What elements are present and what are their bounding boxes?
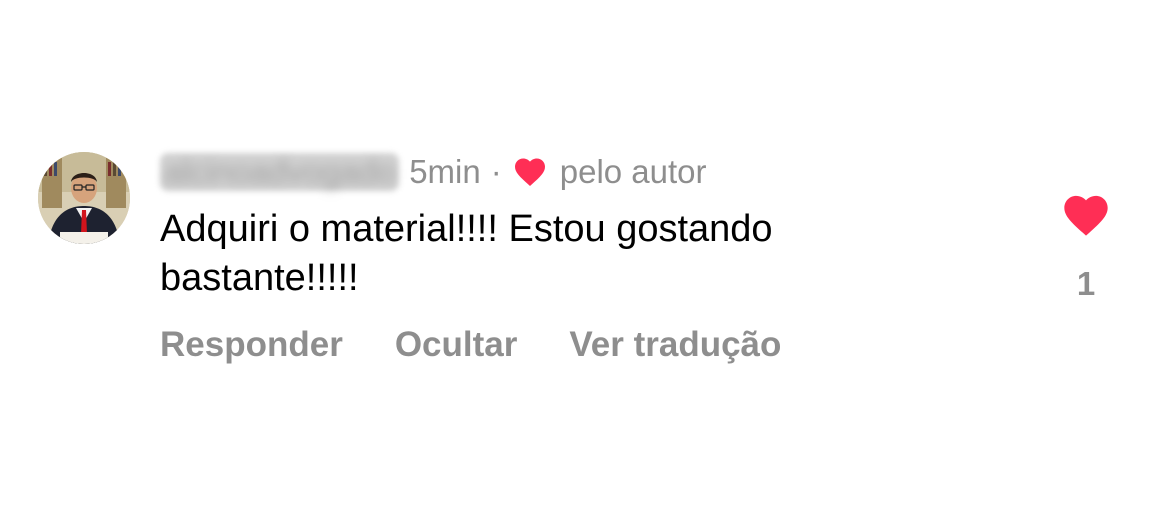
like-control: 1 <box>1056 190 1116 303</box>
username-blurred[interactable]: alcinoadvogado <box>160 153 400 191</box>
avatar[interactable] <box>38 152 130 244</box>
translate-button[interactable]: Ver tradução <box>569 325 781 365</box>
comment-text: Adquiri o material!!!! Estou gostando ba… <box>160 208 773 299</box>
reply-button[interactable]: Responder <box>160 325 343 365</box>
avatar-photo <box>38 152 130 244</box>
liked-by-author-label: pelo autor <box>559 153 707 190</box>
author-liked-heart-icon <box>514 158 545 187</box>
timestamp: 5min <box>409 153 481 190</box>
comment-actions: Responder Ocultar Ver tradução <box>160 325 833 365</box>
comment-meta: alcinoadvogado 5min · pelo autor <box>160 150 707 194</box>
separator-dot: · <box>490 153 502 190</box>
like-heart-icon[interactable] <box>1060 190 1112 238</box>
like-count: 1 <box>1076 265 1096 302</box>
comment-item: alcinoadvogado 5min · pelo autor Adquiri… <box>0 0 1170 522</box>
hide-button[interactable]: Ocultar <box>395 325 518 365</box>
